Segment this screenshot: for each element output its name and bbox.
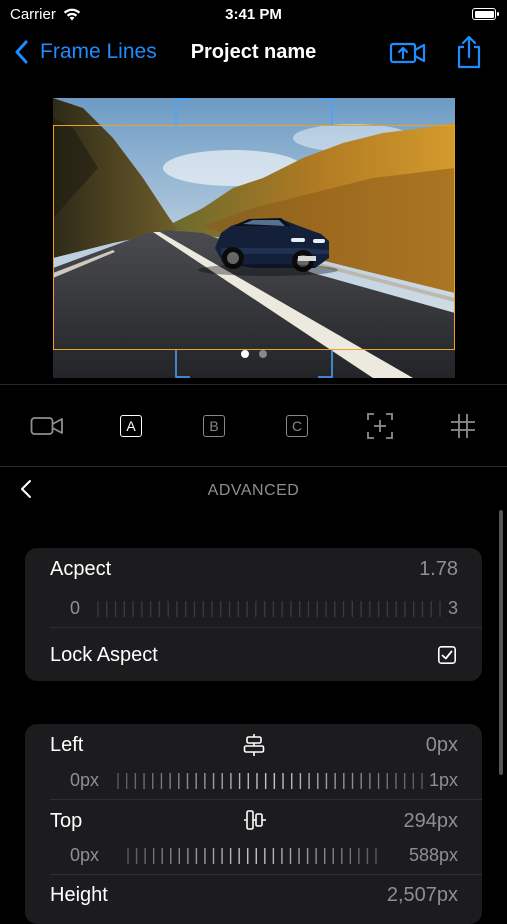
lock-aspect-label: Lock Aspect	[50, 644, 158, 666]
aspect-value: 1.78	[419, 558, 458, 580]
grid-icon	[451, 414, 475, 438]
aspect-slider[interactable]	[97, 600, 441, 618]
top-value: 294px	[403, 810, 459, 832]
video-camera-icon	[30, 417, 63, 435]
scrollbar[interactable]	[499, 510, 503, 775]
toolbar-camera-button[interactable]	[24, 403, 70, 449]
frame-toolbar: A B C	[0, 403, 507, 449]
divider	[0, 466, 507, 467]
toolbar-frame-c-button[interactable]: C	[274, 403, 320, 449]
toolbar-frame-b-button[interactable]: B	[191, 403, 237, 449]
align-vertical-center-icon	[244, 810, 266, 830]
lock-aspect-checkbox[interactable]	[438, 646, 456, 664]
left-value: 0px	[425, 734, 458, 756]
position-card: Left 0px 0px 1px Top 294px 0px 588px Hei…	[25, 724, 482, 924]
aspect-label: Acpect	[50, 558, 112, 580]
row-separator	[50, 874, 482, 875]
page-indicator[interactable]	[0, 350, 507, 358]
camera-upload-icon[interactable]	[389, 38, 427, 68]
left-slider[interactable]	[117, 772, 423, 790]
left-slider-min: 0px	[70, 770, 100, 790]
divider	[0, 384, 507, 385]
top-slider-min: 0px	[70, 845, 100, 865]
share-icon[interactable]	[455, 34, 483, 70]
left-label: Left	[50, 734, 84, 756]
height-value: 2,507px	[386, 884, 458, 906]
left-slider-max: 1px	[428, 770, 458, 790]
page-dot-1[interactable]	[240, 350, 249, 358]
height-label: Height	[50, 884, 108, 906]
page-title: Project name	[190, 41, 317, 63]
section-title: ADVANCED	[207, 482, 300, 499]
frame-line-overlay[interactable]	[53, 125, 455, 350]
aspect-slider-min: 0	[70, 598, 81, 618]
add-frame-icon	[367, 413, 393, 439]
toolbar-add-frame-button[interactable]	[357, 403, 403, 449]
top-label: Top	[50, 810, 83, 832]
aspect-card: Acpect 1.78 0 3 Lock Aspect	[25, 548, 482, 681]
frame-c-icon: C	[286, 415, 308, 437]
top-slider-max: 588px	[408, 845, 458, 865]
aspect-slider-max: 3	[447, 598, 458, 618]
frame-a-icon: A	[120, 415, 142, 437]
battery-icon	[472, 8, 499, 20]
row-separator	[50, 627, 482, 628]
top-slider[interactable]	[127, 847, 377, 865]
align-horizontal-center-icon	[243, 734, 265, 756]
clock: 3:41 PM	[225, 6, 282, 23]
page-dot-2[interactable]	[258, 350, 267, 358]
toolbar-frame-a-button[interactable]: A	[108, 403, 154, 449]
frame-b-icon: B	[203, 415, 225, 437]
status-bar: Carrier 3:41 PM	[0, 0, 507, 30]
row-separator	[50, 799, 482, 800]
toolbar-grid-button[interactable]	[440, 403, 486, 449]
